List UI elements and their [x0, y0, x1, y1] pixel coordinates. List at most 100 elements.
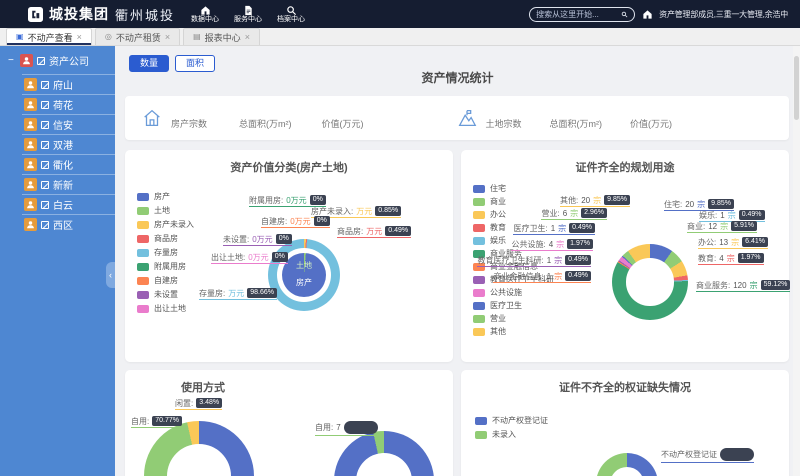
legend-label: 医疗卫生 [490, 301, 522, 310]
chart-callout: 商业: 12 宗 5.91% [687, 221, 757, 233]
close-icon[interactable]: × [245, 33, 250, 42]
global-search[interactable] [529, 7, 635, 22]
tree-item-branch[interactable]: 新新 [22, 174, 115, 194]
branch-icon [24, 158, 37, 171]
chart-card-missing-certs: 证件不齐全的权证缺失情况 不动产权登记证 未录入 不动产权登记证 [461, 370, 789, 476]
search-icon[interactable] [621, 10, 628, 19]
chart-callout: 公共设施: 4 宗 1.97% [511, 239, 593, 251]
legend-swatch [473, 237, 485, 245]
user-info[interactable]: 资产管理部成员,三重一大管理,余浩中 [659, 9, 788, 20]
legend-item[interactable]: 未录入 [475, 430, 548, 439]
legend-item[interactable]: 土地 [137, 206, 194, 215]
legend-item[interactable]: 其他 [473, 327, 554, 336]
tab-realestate-lease[interactable]: ◎ 不动产租赁 × [95, 28, 180, 45]
nav-label: 档案中心 [277, 16, 305, 24]
legend-label: 商业 [490, 197, 506, 206]
legend-swatch [473, 211, 485, 219]
tree-item-label: 府山 [53, 77, 73, 92]
donut-inner-pie[interactable]: 土地 房产 [282, 253, 326, 297]
legend-item[interactable]: 自建房 [137, 276, 194, 285]
tree-item-label: 西区 [53, 217, 73, 232]
circle-icon: ◎ [105, 33, 112, 41]
legend-swatch [473, 315, 485, 323]
legend-item[interactable]: 住宅 [473, 184, 554, 193]
legend-swatch [137, 235, 149, 243]
inner-label-property: 房产 [282, 277, 326, 288]
nav-item-archive-center[interactable]: 档案中心 [277, 5, 305, 24]
legend-label: 不动产权登记证 [492, 416, 548, 425]
legend-swatch [473, 198, 485, 206]
nav-label: 服务中心 [234, 16, 262, 24]
search-input[interactable] [536, 10, 618, 19]
legend-item[interactable]: 房产 [137, 192, 194, 201]
legend-swatch [137, 221, 149, 229]
main-content: 数量 面积 资产情况统计 房产宗数 总面积(万m²) 价值(万元) 土地宗数 总… [115, 46, 800, 476]
chart-callout: 其他: 20 宗 9.85% [560, 195, 630, 207]
legend-item[interactable]: 存量房 [137, 248, 194, 257]
legend-item[interactable]: 商业 [473, 197, 554, 206]
donut-usage-left[interactable] [144, 421, 254, 476]
legend-item[interactable]: 营业 [473, 314, 554, 323]
edit-icon [41, 81, 49, 89]
edit-icon [41, 221, 49, 229]
tree-item-branch[interactable]: 荷花 [22, 94, 115, 114]
legend-item[interactable]: 不动产权登记证 [475, 416, 548, 425]
stat-label-property-value: 价值(万元) [322, 117, 364, 130]
legend-item[interactable]: 公共设施 [473, 288, 554, 297]
branch-icon [24, 78, 37, 91]
chart-card-planned-usage: 证件齐全的规划用途 住宅 商业 办公 [461, 150, 789, 362]
tree-item-branch[interactable]: 衢化 [22, 154, 115, 174]
chart-title: 证件不齐全的权证缺失情况 [461, 379, 789, 395]
tree-item-branch[interactable]: 府山 [22, 74, 115, 94]
brand-name: 城投集团 [49, 4, 109, 24]
legend-item[interactable]: 未设置 [137, 290, 194, 299]
legend-swatch [137, 305, 149, 313]
sidebar-collapse-handle[interactable]: ‹ [106, 262, 115, 288]
collapse-icon[interactable]: − [8, 55, 16, 66]
scrollbar-thumb[interactable] [794, 56, 799, 120]
edit-icon [41, 141, 49, 149]
donut-missing-certs[interactable] [596, 453, 658, 476]
legend-label: 住宅 [490, 184, 506, 193]
home-shortcut[interactable] [642, 9, 653, 20]
branch-icon [24, 98, 37, 111]
nav-item-service-center[interactable]: 服务中心 [234, 5, 262, 24]
close-icon[interactable]: × [165, 33, 170, 42]
nav-item-data-center[interactable]: 数据中心 [191, 5, 219, 24]
chart-callout: 自用: 7 [315, 421, 378, 436]
tree-item-branch[interactable]: 西区 [22, 214, 115, 234]
legend-item[interactable]: 附属用房 [137, 262, 194, 271]
tree-item-branch[interactable]: 白云 [22, 194, 115, 214]
tree-children: 府山 荷花 信安 [0, 74, 115, 234]
legend-label: 存量房 [154, 248, 178, 257]
tab-realestate-view[interactable]: ▣ 不动产查看 × [6, 28, 92, 45]
legend-label: 土地 [154, 206, 170, 215]
legend-item[interactable]: 房产未录入 [137, 220, 194, 229]
tree-item-branch[interactable]: 双港 [22, 134, 115, 154]
branch-icon [24, 218, 37, 231]
legend-item[interactable]: 出让土地 [137, 304, 194, 313]
legend-label: 未录入 [492, 430, 516, 439]
tab-report-center[interactable]: ▤ 报表中心 × [183, 28, 260, 45]
legend-swatch [137, 193, 149, 201]
tree-root-company[interactable]: − 资产公司 [0, 46, 115, 74]
donut-ring[interactable] [612, 244, 688, 320]
legend-item[interactable]: 医疗卫生 [473, 301, 554, 310]
close-icon[interactable]: × [77, 33, 82, 42]
legend-item[interactable]: 商品房 [137, 234, 194, 243]
legend-label: 商品房 [154, 234, 178, 243]
chart-callout: 商业金融信息: 1 宗 0.49% [493, 271, 591, 283]
chart-callout: 办公: 13 宗 6.41% [698, 237, 768, 249]
legend-swatch [137, 277, 149, 285]
chart-callout: 存量房: 万元 98.66% [199, 288, 277, 300]
tab-label: 报表中心 [205, 31, 241, 44]
app-window: 城投集团 衢州城投 数据中心 服务中心 档案中心 资产管理部成员,三重一大管 [0, 0, 800, 476]
vertical-scrollbar[interactable] [793, 46, 800, 476]
home-icon [200, 5, 211, 16]
chart-callout: 商业服务: 120 宗 59.12% [696, 280, 790, 292]
legend-label: 出让土地 [154, 304, 186, 313]
chart-callout: 出让土地: 0万元 0% [211, 252, 288, 264]
edit-icon [41, 101, 49, 109]
donut-usage-right[interactable] [334, 431, 434, 476]
tree-item-branch[interactable]: 信安 [22, 114, 115, 134]
